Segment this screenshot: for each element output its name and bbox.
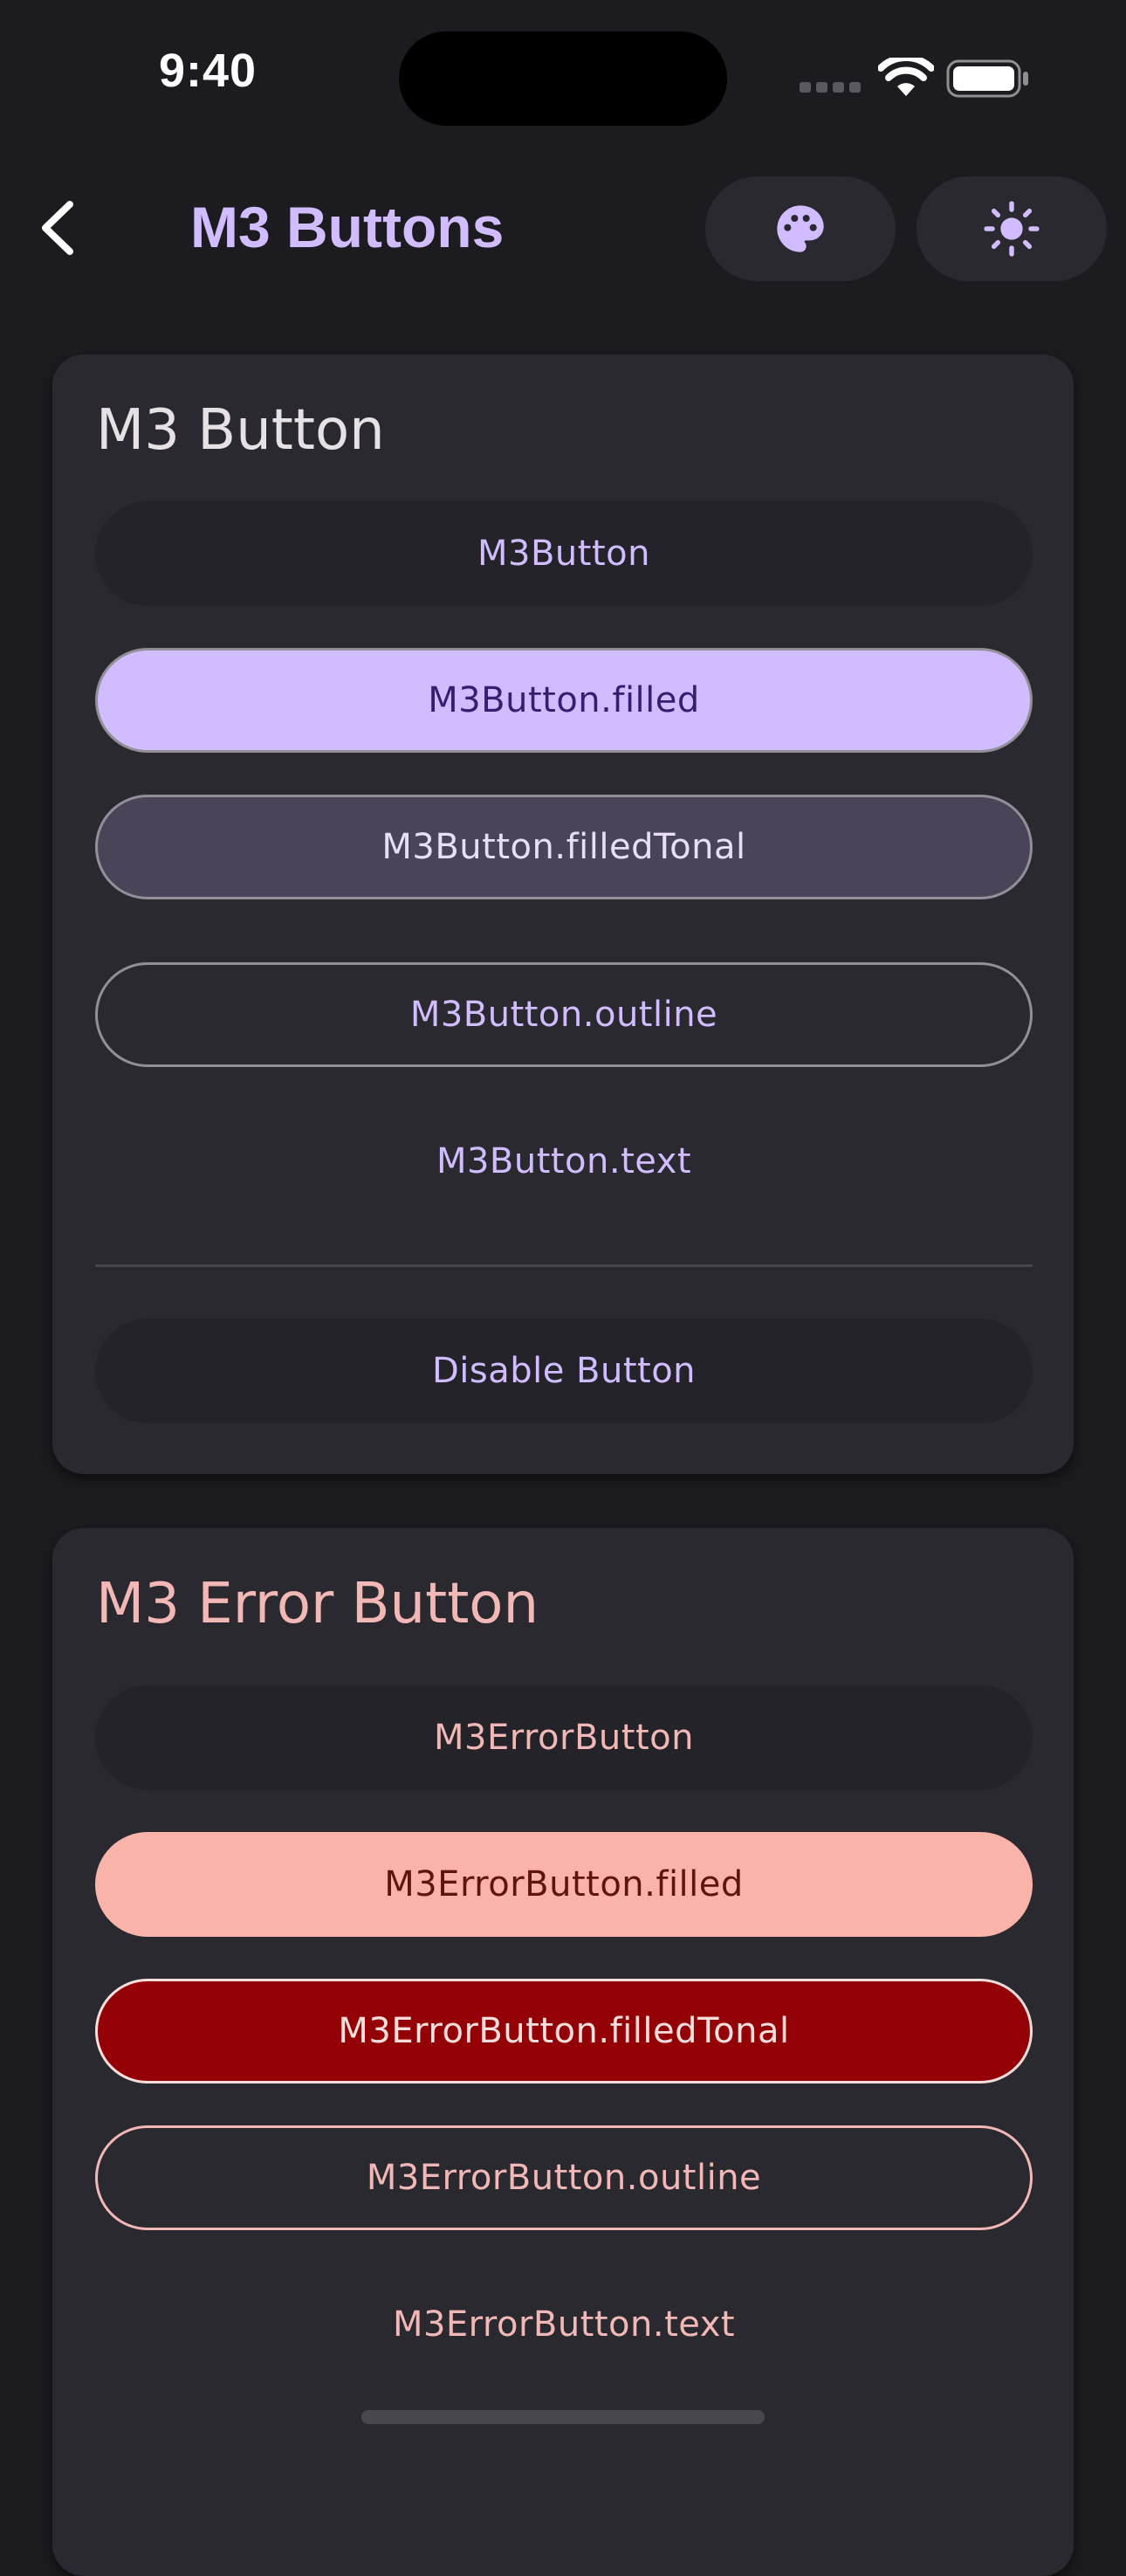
status-icons: [794, 52, 1030, 105]
dynamic-island: [399, 31, 727, 126]
m3-error-button-outline[interactable]: M3ErrorButton.outline: [95, 2125, 1033, 2230]
status-time: 9:40: [159, 45, 257, 97]
chevron-left-icon: [42, 201, 73, 255]
m3-error-button-filled[interactable]: M3ErrorButton.filled: [95, 1832, 1033, 1937]
card-title: M3 Error Button: [96, 1572, 539, 1636]
m3-error-button-filled-tonal[interactable]: M3ErrorButton.filledTonal: [95, 1979, 1033, 2084]
divider: [95, 1264, 1033, 1267]
home-indicator[interactable]: [361, 2410, 765, 2424]
disable-button[interactable]: Disable Button: [95, 1319, 1033, 1423]
m3-button-elevated[interactable]: M3Button: [95, 501, 1033, 606]
m3-button-filled-tonal[interactable]: M3Button.filledTonal: [95, 795, 1033, 899]
m3-error-button-text[interactable]: M3ErrorButton.text: [95, 2272, 1033, 2377]
brightness-icon: [984, 201, 1040, 257]
cellular-signal-icon: [800, 82, 861, 93]
palette-button[interactable]: [705, 176, 896, 281]
back-button[interactable]: [26, 192, 87, 264]
m3-button-text[interactable]: M3Button.text: [95, 1109, 1033, 1214]
m3-button-card: M3 Button M3Button M3Button.filled M3But…: [52, 355, 1074, 1474]
page-title: M3 Buttons: [190, 195, 505, 259]
battery-icon: [946, 59, 1028, 98]
card-title: M3 Button: [96, 398, 385, 463]
palette-icon: [777, 205, 824, 252]
brightness-button[interactable]: [917, 176, 1107, 281]
m3-error-button-elevated[interactable]: M3ErrorButton: [95, 1685, 1033, 1790]
m3-button-filled[interactable]: M3Button.filled: [95, 648, 1033, 753]
wifi-icon: [878, 58, 934, 96]
m3-button-outline[interactable]: M3Button.outline: [95, 962, 1033, 1067]
